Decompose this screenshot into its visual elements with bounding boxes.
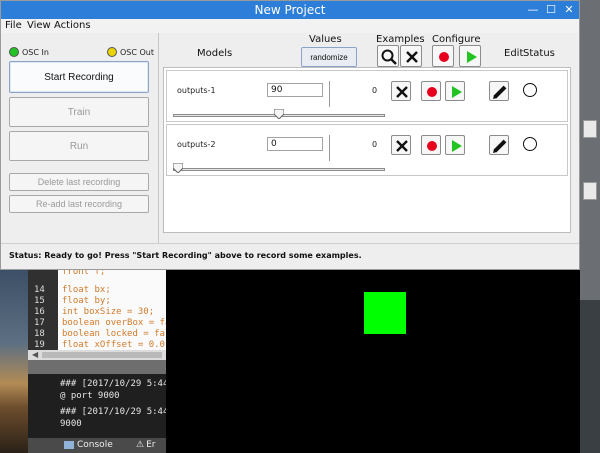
control-panel: OSC In OSC Out Start Recording Train Run…: [1, 33, 159, 243]
menu-file[interactable]: File: [5, 19, 22, 33]
osc-in-indicator: OSC In: [9, 45, 49, 59]
play-icon: [452, 86, 462, 98]
example-count: 0: [372, 140, 378, 149]
edit-model-button[interactable]: [489, 81, 509, 101]
slider-thumb[interactable]: [274, 109, 284, 119]
delete-examples-button[interactable]: [391, 135, 411, 155]
model-value-input[interactable]: [267, 83, 323, 97]
record-icon: [427, 87, 437, 97]
background-panel: [580, 300, 600, 453]
search-icon: [381, 49, 397, 65]
sketch-window[interactable]: [166, 270, 580, 453]
run-all-button[interactable]: [459, 45, 481, 67]
readd-last-recording-button[interactable]: Re-add last recording: [9, 195, 149, 213]
osc-in-light-icon: [9, 47, 19, 57]
osc-out-label: OSC Out: [120, 47, 155, 57]
pencil-icon: [493, 85, 507, 99]
close-icon: [406, 51, 418, 63]
run-button[interactable]: Run: [9, 131, 149, 161]
train-button[interactable]: Train: [9, 97, 149, 127]
examples-search-button[interactable]: [377, 45, 399, 67]
model-name: outputs-1: [177, 86, 216, 95]
desktop-wallpaper: [0, 270, 28, 453]
console-line: ### [2017/10/29 5:44:: [60, 379, 174, 389]
window-title: New Project: [254, 3, 326, 17]
scrollbar-thumb[interactable]: [42, 352, 162, 358]
model-name: outputs-2: [177, 140, 216, 149]
console-line: ### [2017/10/29 5:44:: [60, 407, 174, 417]
menu-bar: File View Actions: [1, 19, 579, 33]
close-icon: [396, 86, 408, 98]
background-scroll-button: [583, 120, 597, 138]
background-window-strip: [580, 0, 600, 453]
console-tab-label: Console: [77, 440, 113, 450]
play-icon: [467, 51, 477, 63]
model-status-indicator: [523, 83, 537, 97]
row-separator: [329, 135, 330, 161]
record-icon: [439, 52, 449, 62]
values-header: Values: [309, 34, 342, 45]
examples-header: Examples: [376, 34, 425, 45]
record-model-button[interactable]: [421, 81, 441, 101]
model-row: outputs-1 0: [166, 70, 568, 122]
osc-out-indicator: OSC Out: [107, 45, 154, 59]
minimize-icon[interactable]: —: [527, 3, 539, 17]
example-count: 0: [372, 86, 378, 95]
panel-divider: [158, 33, 159, 243]
menu-view[interactable]: View: [27, 19, 51, 33]
configure-header: Configure: [432, 34, 481, 45]
row-separator: [329, 81, 330, 107]
processing-editor: front f; 14 float bx; 15 float by; 16 in…: [28, 267, 176, 453]
errors-tab-label: Er: [146, 440, 156, 450]
status-separator: [1, 243, 579, 244]
console-line: 9000: [60, 419, 82, 429]
record-icon: [427, 141, 437, 151]
console-line: @ port 9000: [60, 391, 120, 401]
errors-tab[interactable]: ⚠ Er: [136, 438, 155, 453]
background-scroll-button: [583, 182, 597, 200]
maximize-icon[interactable]: ☐: [545, 3, 557, 17]
slider-thumb[interactable]: [173, 163, 183, 173]
close-icon[interactable]: ✕: [563, 3, 575, 17]
record-model-button[interactable]: [421, 135, 441, 155]
model-status-indicator: [523, 137, 537, 151]
close-icon: [396, 140, 408, 152]
console-tab[interactable]: Console: [64, 438, 113, 453]
osc-out-light-icon: [107, 47, 117, 57]
menu-actions[interactable]: Actions: [54, 19, 91, 33]
status-header: Status: [523, 48, 555, 59]
start-recording-button[interactable]: Start Recording: [9, 61, 149, 93]
randomize-button[interactable]: randomize: [301, 47, 357, 67]
edit-header: Edit: [504, 48, 524, 59]
draggable-box[interactable]: [364, 292, 406, 334]
horizontal-scrollbar[interactable]: ◀: [28, 350, 166, 360]
pencil-icon: [493, 139, 507, 153]
console-tab-bar: Console ⚠ Er: [28, 438, 166, 453]
status-bar-text: Status: Ready to go! Press "Start Record…: [9, 251, 362, 260]
code-area[interactable]: front f; 14 float bx; 15 float by; 16 in…: [28, 267, 176, 350]
editor-divider[interactable]: [28, 360, 166, 374]
model-value-input[interactable]: [267, 137, 323, 151]
examples-delete-all-button[interactable]: [400, 45, 422, 67]
edit-model-button[interactable]: [489, 135, 509, 155]
title-bar[interactable]: New Project — ☐ ✕: [1, 1, 579, 19]
console-output: ### [2017/10/29 5:44: @ port 9000 ### [2…: [28, 374, 174, 438]
models-header: Models: [197, 48, 233, 59]
delete-examples-button[interactable]: [391, 81, 411, 101]
wekinator-window: New Project — ☐ ✕ File View Actions OSC …: [0, 0, 580, 270]
scroll-left-icon[interactable]: ◀: [32, 351, 38, 359]
run-model-button[interactable]: [445, 81, 465, 101]
model-row: outputs-2 0: [166, 124, 568, 176]
run-model-button[interactable]: [445, 135, 465, 155]
value-slider[interactable]: [173, 168, 385, 171]
models-panel: outputs-1 0: [163, 67, 571, 233]
play-icon: [452, 140, 462, 152]
osc-in-label: OSC In: [22, 47, 49, 57]
delete-last-recording-button[interactable]: Delete last recording: [9, 173, 149, 191]
record-all-button[interactable]: [432, 45, 454, 67]
warning-icon: ⚠: [136, 440, 145, 450]
window-controls: — ☐ ✕: [527, 3, 575, 17]
console-icon: [64, 440, 74, 449]
